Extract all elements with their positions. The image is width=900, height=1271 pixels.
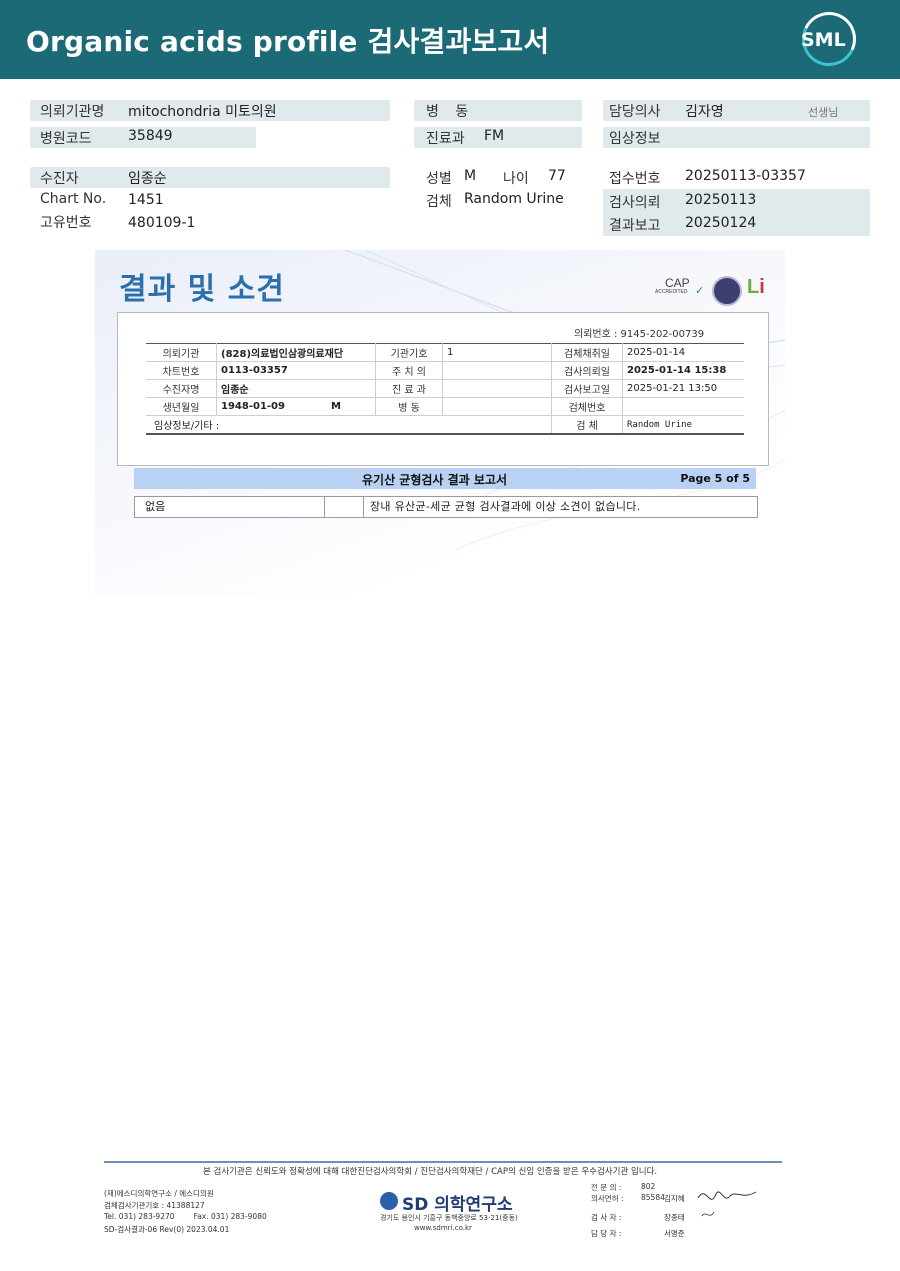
result-status: 없음	[135, 497, 325, 517]
footer-address: 경기도 용인시 기흥구 동백중앙로 53-21(중동)	[380, 1214, 518, 1222]
footer-divider	[104, 1161, 782, 1163]
department-label: 진료과	[426, 131, 465, 147]
doctor-suffix: 선생님	[808, 106, 839, 119]
receipt-no-value: 20250113-03357	[685, 168, 806, 184]
cap-label: CAP	[665, 276, 690, 290]
specialist-no: 802	[641, 1182, 656, 1191]
sex-value: M	[464, 168, 477, 184]
table-row: 생년월일 1948-01-09 M 병 동 검체번호	[146, 397, 744, 416]
hospital-code-value: 35849	[128, 128, 173, 144]
table-row: 수진자명 임종순 진 료 과 검사보고일 2025-01-21 13:50	[146, 379, 744, 398]
embedded-report: 결과 및 소견 CAP ACCREDITED ✓ Li 의뢰번호 : 9145-…	[95, 250, 785, 595]
result-banner-title: 유기산 균형검사 결과 보고서	[362, 473, 508, 487]
requesting-org-label: 의뢰기관명	[40, 104, 105, 120]
specialist-label: 전 문 의 :	[591, 1183, 622, 1192]
result-report-label: 결과보고	[609, 218, 661, 234]
test-request-value: 20250113	[685, 192, 757, 208]
specimen-value: Random Urine	[464, 191, 564, 207]
patient-label: 수진자	[40, 171, 79, 187]
header-bar: Organic acids profile 검사결과보고서 SML	[0, 0, 900, 79]
chart-no-label: Chart No.	[40, 191, 107, 207]
license-label: 의사면허 :	[591, 1194, 624, 1203]
signature-icon	[697, 1191, 757, 1217]
report-patient-panel: 의뢰번호 : 9145-202-00739 의뢰기관 (828)의료법인삼광의료…	[117, 312, 769, 466]
footer-website: www.sdmri.co.kr	[414, 1224, 472, 1232]
patient-value: 임종순	[128, 171, 167, 187]
license-name: 김지혜	[664, 1194, 685, 1203]
sml-logo: SML	[794, 4, 864, 74]
age-label: 나이	[503, 171, 529, 187]
manager-label: 담 당 자 :	[591, 1229, 622, 1238]
report-patient-table: 의뢰기관 (828)의료법인삼광의료재단 기관기호 1 검체채취일 2025-0…	[146, 343, 744, 435]
footer-org-line3: Tel. 031) 283-9270 Fax. 031) 283-9080	[104, 1212, 267, 1221]
license-no: 85584	[641, 1193, 665, 1202]
hospital-code-label: 병원코드	[40, 131, 92, 147]
table-row: 차트번호 0113-03357 주 치 의 검사의뢰일 2025-01-14 1…	[146, 361, 744, 380]
unique-no-value: 480109-1	[128, 215, 196, 231]
result-banner: 유기산 균형검사 결과 보고서 Page 5 of 5	[134, 468, 756, 489]
footer-notice: 본 검사기관은 신뢰도와 정확성에 대해 대한진단검사의학회 / 진단검사의학재…	[203, 1167, 658, 1177]
specimen-label: 검체	[426, 194, 452, 210]
sd-logo-text: SD 의학연구소	[402, 1195, 513, 1215]
ward-label: 병 동	[426, 104, 475, 120]
footer-org-line4: SD-검사결과-06 Rev(0) 2023.04.01	[104, 1225, 230, 1234]
inspector-label: 검 사 자 :	[591, 1213, 622, 1222]
doctor-value: 김자영	[685, 104, 724, 120]
result-empty-cell	[325, 497, 364, 517]
cap-sub-label: ACCREDITED	[655, 289, 688, 295]
footer-org-line1: (재)에스디의학연구소 / 에스디의원	[104, 1189, 214, 1198]
page-title: Organic acids profile 검사결과보고서	[26, 25, 550, 58]
lt-logo-icon: Li	[747, 276, 765, 298]
test-request-label: 검사의뢰	[609, 195, 661, 211]
age-value: 77	[548, 168, 566, 184]
check-icon: ✓	[695, 284, 705, 297]
table-row: 임상정보/기타 : 검 체 Random Urine	[146, 415, 744, 435]
sex-label: 성별	[426, 171, 452, 187]
inspector-name: 장종태	[664, 1213, 685, 1222]
requesting-org-value: mitochondria 미토의원	[128, 104, 277, 120]
result-report-value: 20250124	[685, 215, 757, 231]
result-comment: 장내 유산균-세균 균형 검사결과에 이상 소견이 없습니다.	[370, 500, 641, 513]
clinical-info-label: 임상정보	[609, 131, 661, 147]
sd-logo-icon	[380, 1192, 398, 1210]
doctor-label: 담당의사	[609, 104, 661, 120]
manager-name: 서명준	[664, 1229, 685, 1238]
receipt-no-label: 접수번호	[609, 171, 661, 187]
footer-org-line2: 검체검사기관기호 : 41388127	[104, 1201, 205, 1210]
report-title: 결과 및 소견	[119, 272, 285, 307]
department-value: FM	[484, 128, 505, 144]
chart-no-value: 1451	[128, 192, 164, 208]
request-number: 의뢰번호 : 9145-202-00739	[574, 329, 705, 340]
table-row: 의뢰기관 (828)의료법인삼광의료재단 기관기호 1 검체채취일 2025-0…	[146, 343, 744, 362]
unique-no-label: 고유번호	[40, 215, 92, 231]
kslm-seal-icon	[712, 276, 742, 306]
result-row: 없음 장내 유산균-세균 균형 검사결과에 이상 소견이 없습니다.	[134, 496, 758, 518]
page-indicator: Page 5 of 5	[680, 472, 750, 485]
patient-box	[30, 167, 390, 188]
